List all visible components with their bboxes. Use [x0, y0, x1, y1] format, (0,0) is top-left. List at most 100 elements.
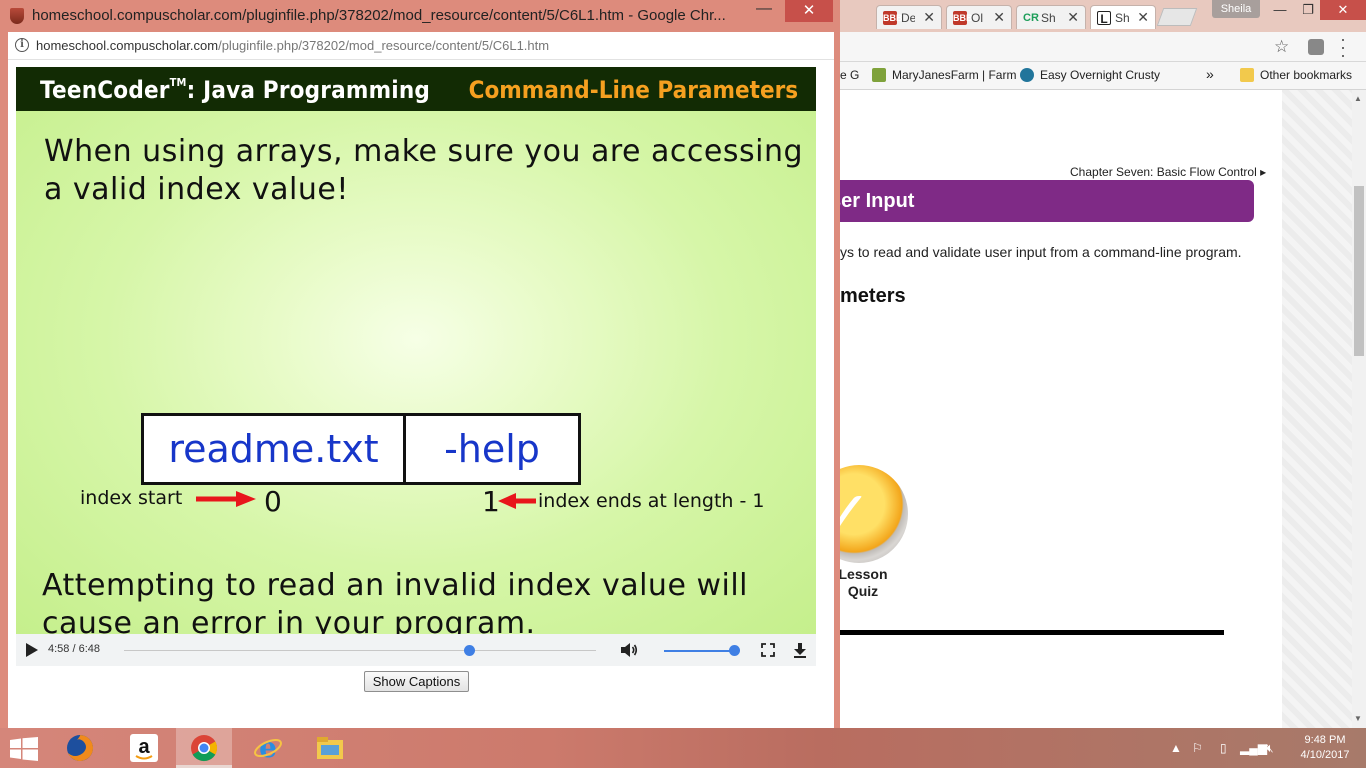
amazon-icon: a [130, 734, 158, 762]
bookmark-item[interactable]: e G [840, 68, 859, 82]
taskbar: a e ▲ ⚐ ▯ ▂▄▆ 🔇︎ 9:48 PM 4/10/2017 [0, 728, 1366, 768]
background-tab[interactable]: CR Sh ✕ [1016, 5, 1086, 29]
info-icon[interactable]: i [15, 38, 29, 52]
index-start-label: index start [80, 487, 183, 509]
tab-close-icon[interactable]: ✕ [1137, 9, 1149, 26]
section-heading: meters [840, 285, 906, 307]
wordpress-icon [1020, 68, 1034, 82]
profile-button[interactable]: Sheila [1212, 0, 1260, 18]
url-text[interactable]: homeschool.compuscholar.com/pluginfile.p… [36, 38, 549, 53]
show-captions-button[interactable]: Show Captions [364, 671, 469, 692]
bookmark-star-icon[interactable]: ☆ [1274, 37, 1289, 57]
svg-text:e: e [259, 733, 277, 763]
taskbar-amazon[interactable]: a [116, 728, 172, 768]
background-tab[interactable]: L Sh ✕ [1090, 5, 1156, 29]
taskbar-file-explorer[interactable] [302, 728, 358, 768]
slide-text-top: When using arrays, make sure you are acc… [44, 134, 804, 207]
internet-explorer-icon: e [254, 733, 282, 763]
time-display: 4:58 / 6:48 [48, 643, 101, 655]
bookmark-item[interactable]: MaryJanesFarm | Farm [872, 68, 1016, 82]
array-cell: -help [444, 427, 540, 471]
right-arrow-icon [196, 491, 256, 507]
background-toolbar: ☆ · · · [840, 30, 1366, 64]
battery-icon[interactable]: ▯ [1220, 741, 1227, 755]
tab-close-icon[interactable]: ✕ [1067, 9, 1079, 26]
bbb-favicon-icon: BBB [883, 11, 903, 25]
lesson-description: ys to read and validate user input from … [840, 244, 1242, 260]
close-icon[interactable]: ✕ [1320, 0, 1366, 20]
lesson-title: ser Input [840, 190, 915, 212]
cr-favicon-icon: CR [1023, 12, 1039, 24]
l-favicon-icon: L [1097, 11, 1111, 26]
popup-title: homeschool.compuscholar.com/pluginfile.p… [32, 7, 726, 24]
slide-header: TeenCoderTM: Java Programming Command-Li… [16, 67, 816, 111]
firefox-icon [67, 735, 93, 761]
restore-icon[interactable]: ❐ [1294, 0, 1322, 20]
download-icon[interactable] [792, 642, 808, 658]
farm-favicon-icon [872, 68, 886, 82]
volume-slider[interactable] [664, 650, 734, 652]
scroll-up-icon[interactable]: ▲ [1354, 94, 1362, 103]
fullscreen-icon[interactable] [761, 643, 775, 657]
network-icon[interactable]: ▂▄▆ [1240, 741, 1267, 755]
tab-close-icon[interactable]: ✕ [993, 9, 1005, 26]
menu-dots-icon[interactable]: · · · [1340, 30, 1346, 64]
bookmarks-overflow-button[interactable]: » [1206, 66, 1214, 82]
seek-thumb[interactable] [463, 645, 475, 656]
address-bar[interactable]: i homeschool.compuscholar.com/pluginfile… [8, 32, 834, 60]
course-brand: TeenCoderTM: Java Programming [40, 76, 431, 104]
lesson-quiz-label[interactable]: Lesson Quiz [840, 566, 896, 600]
page-scrollbar[interactable]: ▲ ▼ [1352, 90, 1366, 728]
seek-bar[interactable] [124, 650, 596, 651]
chrome-icon [191, 735, 218, 762]
volume-icon[interactable] [620, 642, 638, 658]
tab-label: Sh [1115, 11, 1129, 25]
windows-start-icon[interactable] [10, 737, 38, 761]
tab-close-icon[interactable]: ✕ [923, 9, 935, 26]
taskbar-internet-explorer[interactable]: e [240, 728, 296, 768]
popup-content: i homeschool.compuscholar.com/pluginfile… [8, 32, 834, 728]
action-center-flag-icon[interactable]: ⚐ [1192, 741, 1203, 755]
new-tab-button[interactable] [1156, 8, 1198, 26]
extension-icon[interactable] [1308, 39, 1324, 55]
popup-titlebar[interactable]: homeschool.compuscholar.com/pluginfile.p… [0, 0, 840, 32]
tray-expand-icon[interactable]: ▲ [1170, 741, 1182, 755]
popup-window: homeschool.compuscholar.com/pluginfile.p… [0, 0, 840, 728]
taskbar-firefox[interactable] [52, 728, 108, 768]
taskbar-chrome[interactable] [176, 728, 232, 768]
minimize-icon[interactable]: — [1266, 0, 1294, 20]
lesson-quiz-icon[interactable]: ✓ [840, 465, 908, 563]
volume-thumb[interactable] [729, 645, 740, 656]
bookmark-item[interactable]: Easy Overnight Crusty [1020, 68, 1160, 82]
bookmarks-bar: e G MaryJanesFarm | Farm Easy Overnight … [840, 62, 1366, 90]
background-tab[interactable]: BBB Ol ✕ [946, 5, 1012, 29]
minimize-button[interactable]: — [745, 0, 783, 22]
scroll-down-icon[interactable]: ▼ [1354, 714, 1362, 723]
folder-icon [317, 737, 343, 759]
svg-text:a: a [138, 736, 150, 758]
close-button[interactable]: ✕ [785, 0, 833, 22]
play-icon[interactable] [26, 643, 38, 657]
slide-topic: Command-Line Parameters [468, 76, 798, 104]
breadcrumb[interactable]: Chapter Seven: Basic Flow Control ▸ [1070, 165, 1266, 179]
video-controls: 4:58 / 6:48 [16, 634, 816, 666]
tab-label: Ol [971, 11, 983, 25]
other-bookmarks-folder[interactable]: Other bookmarks [1240, 68, 1352, 82]
slide-text-bottom: Attempting to read an invalid index valu… [42, 568, 748, 634]
page-background-pattern [1282, 90, 1352, 728]
divider [840, 630, 1224, 635]
bbb-favicon-icon: BBB [953, 11, 973, 25]
video-slide[interactable]: TeenCoderTM: Java Programming Command-Li… [16, 67, 816, 634]
folder-icon [1240, 68, 1254, 82]
system-clock[interactable]: 9:48 PM 4/10/2017 [1290, 733, 1360, 763]
background-page: Chapter Seven: Basic Flow Control ▸ ser … [840, 90, 1352, 728]
array-cell: readme.txt [144, 416, 406, 482]
array-diagram: readme.txt -help [141, 413, 581, 485]
tab-label: De [901, 11, 915, 25]
background-tab[interactable]: BBB De ✕ [876, 5, 942, 29]
shield-favicon-icon [10, 8, 24, 24]
scrollbar-thumb[interactable] [1354, 186, 1364, 356]
tab-label: Sh [1041, 11, 1055, 25]
volume-muted-icon[interactable]: 🔇︎ [1266, 741, 1274, 756]
lesson-banner: ser Input [840, 180, 1254, 222]
